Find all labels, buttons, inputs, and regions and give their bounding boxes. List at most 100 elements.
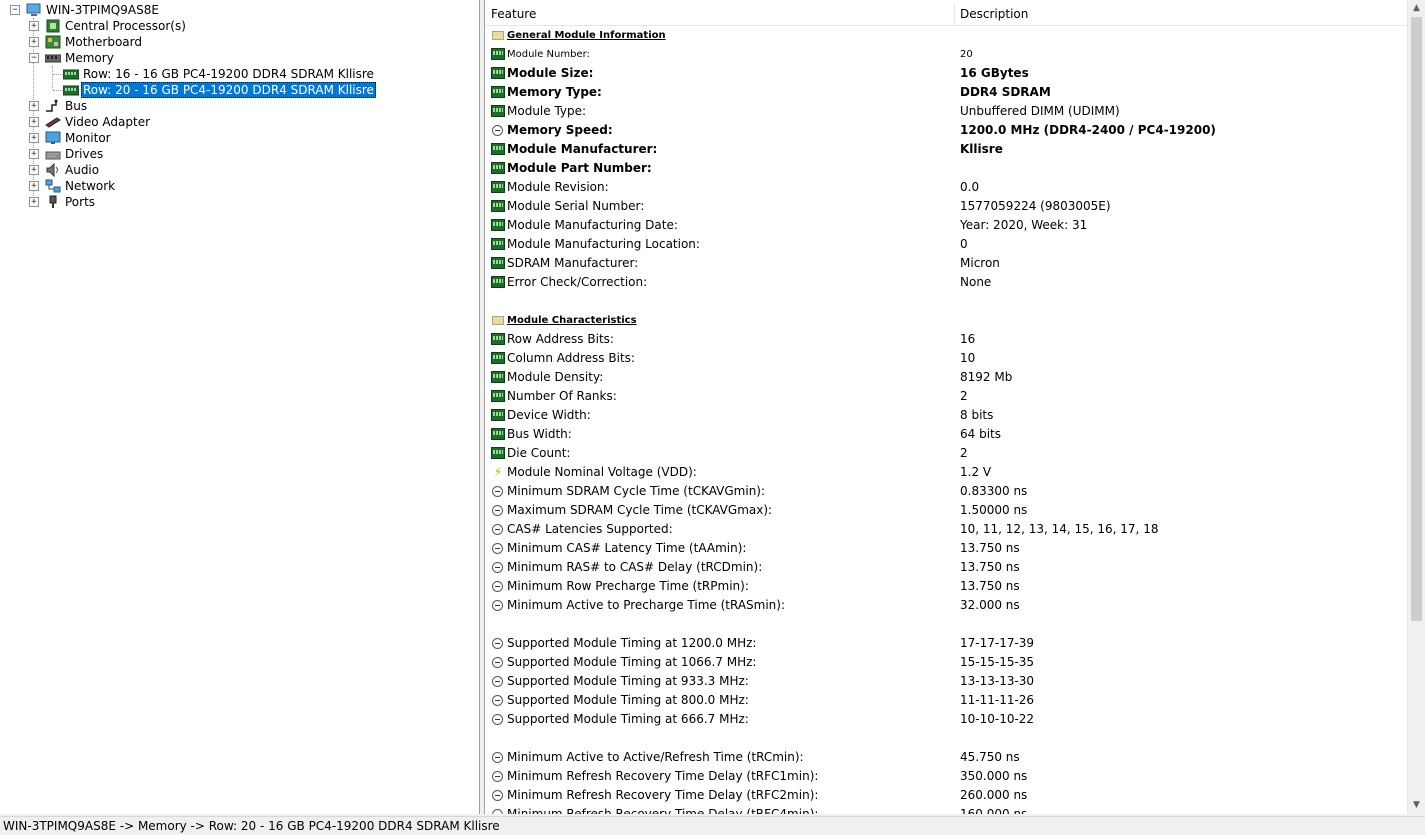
- expand-toggle[interactable]: +: [29, 133, 39, 143]
- list-item[interactable]: Device Width: 8 bits: [485, 406, 1407, 425]
- clock-icon: [492, 771, 503, 782]
- section-icon: [492, 31, 504, 40]
- list-item[interactable]: Minimum RAS# to CAS# Delay (tRCDmin): 13.…: [485, 558, 1407, 577]
- list-item[interactable]: Supported Module Timing at 666.7 MHz: 10-…: [485, 710, 1407, 729]
- description-value: Year: 2020, Week: 31: [960, 218, 1088, 232]
- list-item[interactable]: Memory Type: DDR4 SDRAM: [485, 83, 1407, 102]
- list-item[interactable]: Supported Module Timing at 1200.0 MHz: 17…: [485, 634, 1407, 653]
- list-item[interactable]: CAS# Latencies Supported: 10, 11, 12, 13,…: [485, 520, 1407, 539]
- list-item[interactable]: Minimum SDRAM Cycle Time (tCKAVGmin): 0.8…: [485, 482, 1407, 501]
- memory-module-icon: [491, 143, 505, 155]
- feature-label: CAS# Latencies Supported:: [507, 522, 673, 536]
- expand-toggle[interactable]: +: [29, 37, 39, 47]
- description-value: 1577059224 (9803005E): [960, 199, 1111, 213]
- column-header-description[interactable]: Description: [954, 3, 1400, 25]
- vertical-scrollbar[interactable]: ▲ ▼: [1407, 0, 1425, 814]
- list-item[interactable]: Supported Module Timing at 933.3 MHz: 13-…: [485, 672, 1407, 691]
- list-item[interactable]: Module Serial Number: 1577059224 (9803005…: [485, 197, 1407, 216]
- tree-item-motherboard[interactable]: + Motherboard: [0, 34, 470, 50]
- feature-label: Device Width:: [507, 408, 591, 422]
- collapse-toggle[interactable]: −: [29, 53, 39, 63]
- memory-module-icon: [491, 333, 505, 345]
- scroll-thumb[interactable]: [1411, 17, 1422, 621]
- device-tree[interactable]: − WIN-3TPIMQ9AS8E + Central Processor(s)…: [0, 0, 480, 814]
- list-item[interactable]: Die Count: 2: [485, 444, 1407, 463]
- list-item[interactable]: Minimum Refresh Recovery Time Delay (tRF…: [485, 786, 1407, 805]
- description-value: 45.750 ns: [960, 750, 1020, 764]
- expand-toggle[interactable]: +: [29, 101, 39, 111]
- list-item[interactable]: Module Part Number:: [485, 159, 1407, 178]
- list-item[interactable]: Module Density: 8192 Mb: [485, 368, 1407, 387]
- list-item[interactable]: Minimum CAS# Latency Time (tAAmin): 13.75…: [485, 539, 1407, 558]
- tree-item-audio[interactable]: + Audio: [0, 162, 470, 178]
- expand-toggle[interactable]: +: [29, 149, 39, 159]
- list-item[interactable]: Column Address Bits: 10: [485, 349, 1407, 368]
- list-item[interactable]: Module Manufacturer: Kllisre: [485, 140, 1407, 159]
- tree-item-ports[interactable]: + Ports: [0, 194, 470, 210]
- details-list[interactable]: Feature Description General Module Infor…: [484, 0, 1425, 814]
- list-item[interactable]: Minimum Refresh Recovery Time Delay (tRF…: [485, 805, 1407, 814]
- expand-toggle[interactable]: +: [29, 197, 39, 207]
- monitor-icon: [45, 131, 61, 145]
- list-item[interactable]: Maximum SDRAM Cycle Time (tCKAVGmax): 1.5…: [485, 501, 1407, 520]
- expand-toggle[interactable]: +: [29, 117, 39, 127]
- clock-icon: [492, 638, 503, 649]
- section-header[interactable]: General Module Information: [485, 26, 1407, 45]
- collapse-toggle[interactable]: −: [10, 5, 20, 15]
- expand-toggle[interactable]: +: [29, 21, 39, 31]
- feature-label: Minimum SDRAM Cycle Time (tCKAVGmin):: [507, 484, 766, 498]
- list-item[interactable]: Error Check/Correction: None: [485, 273, 1407, 292]
- feature-label: Module Revision:: [507, 180, 609, 194]
- tree-item-memory-row-20[interactable]: Row: 20 - 16 GB PC4-19200 DDR4 SDRAM Kll…: [0, 82, 470, 98]
- list-item[interactable]: Minimum Active to Precharge Time (tRASmi…: [485, 596, 1407, 615]
- tree-item-video[interactable]: + Video Adapter: [0, 114, 470, 130]
- column-header-feature[interactable]: Feature: [485, 3, 953, 25]
- list-item[interactable]: Minimum Row Precharge Time (tRPmin): 13.7…: [485, 577, 1407, 596]
- feature-label: Error Check/Correction:: [507, 275, 648, 289]
- tree-item-memory[interactable]: − Memory: [0, 50, 470, 66]
- bus-icon: [45, 99, 61, 113]
- section-header[interactable]: Module Characteristics: [485, 311, 1407, 330]
- description-value: 1.2 V: [960, 465, 992, 479]
- list-item[interactable]: Memory Speed: 1200.0 MHz (DDR4-2400 / PC4…: [485, 121, 1407, 140]
- list-item[interactable]: SDRAM Manufacturer: Micron: [485, 254, 1407, 273]
- tree-item-memory-row-16[interactable]: Row: 16 - 16 GB PC4-19200 DDR4 SDRAM Kll…: [0, 66, 470, 82]
- scroll-up-arrow[interactable]: ▲: [1408, 0, 1425, 17]
- list-item[interactable]: Module Manufacturing Location: 0: [485, 235, 1407, 254]
- description-value: 8 bits: [960, 408, 994, 422]
- list-item[interactable]: Minimum Active to Active/Refresh Time (t…: [485, 748, 1407, 767]
- list-item[interactable]: Supported Module Timing at 800.0 MHz: 11-…: [485, 691, 1407, 710]
- list-item[interactable]: Module Type: Unbuffered DIMM (UDIMM): [485, 102, 1407, 121]
- feature-label: Row Address Bits:: [507, 332, 614, 346]
- tree-item-bus[interactable]: + Bus: [0, 98, 470, 114]
- feature-label: Supported Module Timing at 933.3 MHz:: [507, 674, 749, 688]
- list-item[interactable]: Bus Width: 64 bits: [485, 425, 1407, 444]
- description-value: 13.750 ns: [960, 579, 1020, 593]
- list-item[interactable]: Module Number: 20: [485, 45, 1407, 64]
- expand-toggle[interactable]: +: [29, 181, 39, 191]
- list-item[interactable]: Module Manufacturing Date: Year: 2020, We…: [485, 216, 1407, 235]
- tree-root[interactable]: − WIN-3TPIMQ9AS8E: [0, 2, 470, 18]
- memory-module-icon: [491, 181, 505, 193]
- expand-toggle[interactable]: +: [29, 165, 39, 175]
- tree-item-cpu[interactable]: + Central Processor(s): [0, 18, 470, 34]
- network-icon: [45, 179, 61, 193]
- description-value: 10, 11, 12, 13, 14, 15, 16, 17, 18: [960, 522, 1159, 536]
- list-item[interactable]: Minimum Refresh Recovery Time Delay (tRF…: [485, 767, 1407, 786]
- description-value: 17-17-17-39: [960, 636, 1035, 650]
- list-item[interactable]: Number Of Ranks: 2: [485, 387, 1407, 406]
- list-item[interactable]: Module Size: 16 GBytes: [485, 64, 1407, 83]
- clock-icon: [492, 752, 503, 763]
- list-item[interactable]: ⚡ Module Nominal Voltage (VDD): 1.2 V: [485, 463, 1407, 482]
- list-item[interactable]: Module Revision: 0.0: [485, 178, 1407, 197]
- tree-item-network[interactable]: + Network: [0, 178, 470, 194]
- tree-item-label: Central Processor(s): [65, 19, 186, 33]
- tree-item-drives[interactable]: + Drives: [0, 146, 470, 162]
- tree-item-monitor[interactable]: + Monitor: [0, 130, 470, 146]
- list-item[interactable]: Row Address Bits: 16: [485, 330, 1407, 349]
- memory-module-icon: [491, 276, 505, 288]
- scroll-down-arrow[interactable]: ▼: [1408, 797, 1425, 814]
- description-value: 160.000 ns: [960, 807, 1028, 814]
- description-value: 11-11-11-26: [960, 693, 1035, 707]
- list-item[interactable]: Supported Module Timing at 1066.7 MHz: 15…: [485, 653, 1407, 672]
